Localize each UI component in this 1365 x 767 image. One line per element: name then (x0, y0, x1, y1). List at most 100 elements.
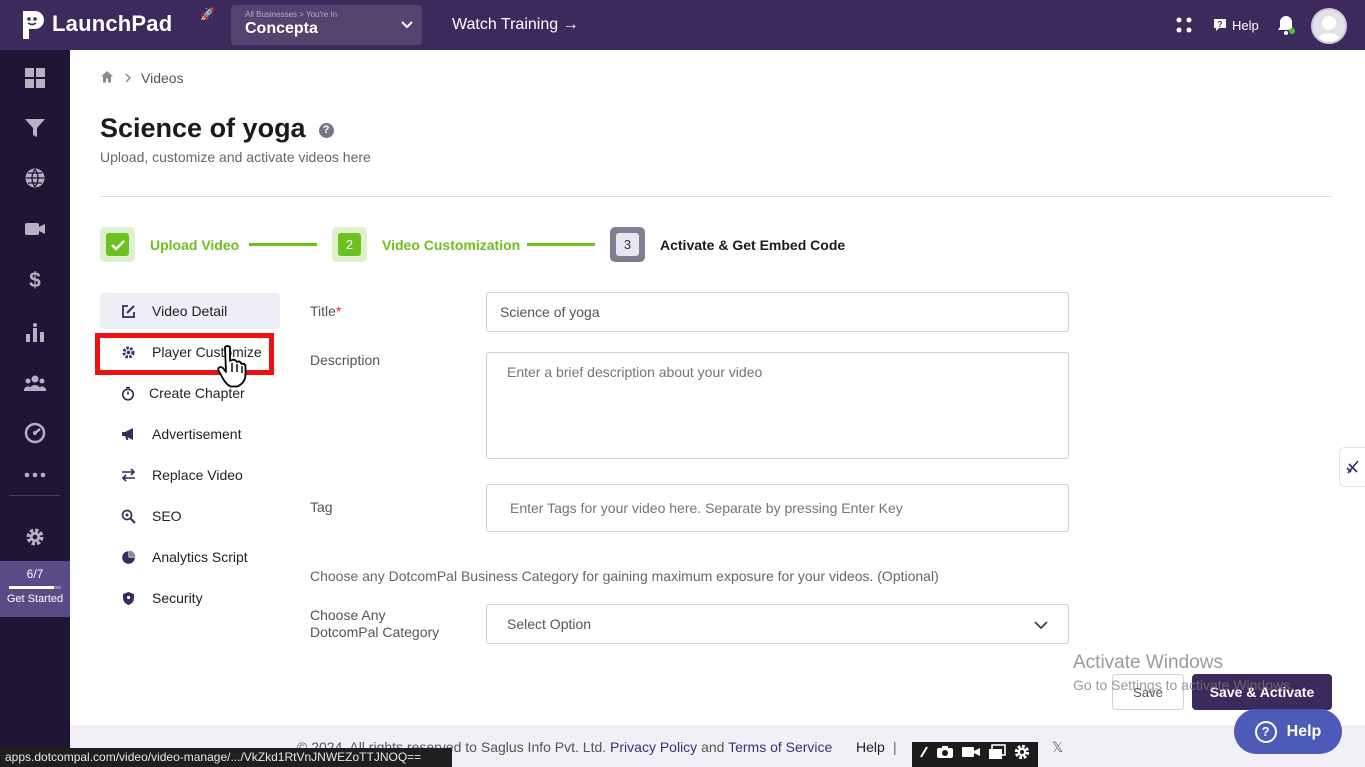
gear-icon[interactable] (1013, 743, 1031, 766)
menu-advertisement[interactable]: Advertisement (100, 416, 280, 452)
category-note: Choose any DotcomPal Business Category f… (310, 568, 939, 584)
question-circle-icon: ? (1254, 720, 1277, 743)
user-avatar[interactable] (1311, 8, 1347, 44)
dashboard-icon[interactable] (24, 67, 46, 89)
menu-label: Video Detail (152, 303, 228, 319)
terms-link[interactable]: Terms of Service (728, 739, 832, 755)
side-panel-tab[interactable] (1339, 447, 1365, 487)
menu-label: SEO (152, 508, 182, 524)
description-label: Description (310, 352, 381, 368)
funnel-icon[interactable] (24, 117, 46, 139)
step-activate-embed[interactable]: 3 (610, 227, 645, 262)
get-started-progress-fill (9, 586, 54, 589)
analytics-icon[interactable] (24, 322, 46, 344)
browser-status-url: apps.dotcompal.com/video/video-manage/..… (0, 748, 452, 767)
step-connector (527, 243, 595, 246)
menu-label: Create Chapter (149, 385, 245, 401)
pie-chart-icon (119, 550, 137, 565)
step-label-video-customization[interactable]: Video Customization (382, 237, 520, 253)
category-label-line1: Choose Any (310, 607, 386, 623)
divider (100, 196, 1332, 197)
bell-icon[interactable] (1277, 14, 1295, 41)
breadcrumb-current[interactable]: Videos (141, 70, 184, 86)
business-select-value: Concepta (245, 20, 318, 37)
get-started-progress (9, 586, 61, 589)
users-icon[interactable] (23, 372, 47, 394)
title-label: Title* (310, 303, 341, 319)
get-started-label: Get Started (6, 593, 64, 605)
apps-grid-icon[interactable] (1175, 16, 1193, 39)
highlight-annotation (95, 333, 274, 375)
x-social-icon[interactable]: 𝕏 (1052, 739, 1063, 756)
title-input[interactable] (486, 292, 1069, 332)
tag-label: Tag (310, 499, 333, 515)
rocket-icon: 🚀 (200, 7, 215, 21)
settings-icon[interactable] (24, 526, 46, 548)
step-label-activate-embed[interactable]: Activate & Get Embed Code (660, 237, 845, 253)
pin-icon (1345, 460, 1359, 474)
swap-icon (119, 468, 137, 482)
chevron-right-icon (125, 70, 132, 86)
screen-recorder-toolbar (912, 742, 1038, 767)
chevron-down-icon (1034, 617, 1048, 633)
seo-search-icon (119, 509, 137, 524)
menu-security[interactable]: Security (100, 580, 280, 616)
top-bar: LaunchPad 🚀 All Businesses > You're In C… (0, 0, 1365, 50)
page-title-text: Science of yoga (100, 113, 306, 143)
pen-icon[interactable] (919, 745, 929, 764)
help-label: Help (1232, 17, 1259, 33)
step-label-upload-video[interactable]: Upload Video (150, 237, 239, 253)
camera-icon[interactable] (936, 745, 954, 764)
step-connector (249, 243, 317, 246)
watermark-line2: Go to Settings to activate Windows. (1073, 677, 1294, 693)
category-label: Choose Any DotcomPal Category (310, 607, 439, 641)
breadcrumb: Videos (100, 70, 184, 86)
watch-training-link[interactable]: Watch Training → (452, 16, 579, 34)
globe-icon[interactable] (24, 167, 46, 189)
page-title: Science of yoga ? (100, 113, 334, 144)
menu-label: Replace Video (152, 467, 243, 483)
footer-help-link[interactable]: Help (856, 739, 885, 755)
help-chat-button[interactable]: ? Help (1234, 709, 1342, 754)
stopwatch-icon (119, 386, 137, 401)
get-started-count: 6/7 (26, 567, 44, 581)
step-video-customization[interactable]: 2 (332, 227, 367, 262)
step-upload-video[interactable] (100, 227, 135, 262)
chevron-down-icon (400, 17, 414, 35)
window-capture-icon[interactable] (988, 744, 1006, 765)
step-number-2: 2 (338, 233, 361, 256)
question-icon[interactable]: ? (318, 123, 334, 138)
home-icon[interactable] (100, 70, 114, 86)
category-select[interactable]: Select Option (486, 604, 1069, 644)
more-icon[interactable] (24, 464, 46, 486)
privacy-policy-link[interactable]: Privacy Policy (610, 739, 697, 755)
video-icon[interactable] (24, 218, 46, 240)
logo-mark-icon (20, 9, 46, 39)
edit-icon (119, 304, 137, 319)
menu-label: Security (152, 590, 203, 606)
menu-label: Advertisement (152, 426, 242, 442)
tag-input[interactable] (486, 484, 1069, 532)
video-camera-icon[interactable] (961, 745, 981, 764)
dollar-icon[interactable]: $ (24, 268, 46, 292)
page-subtitle: Upload, customize and activate videos he… (100, 149, 371, 165)
menu-video-detail[interactable]: Video Detail (100, 293, 280, 329)
gauge-icon[interactable] (24, 422, 46, 444)
check-icon (106, 233, 129, 256)
get-started-widget[interactable]: 6/7 Get Started (0, 561, 70, 617)
business-select[interactable]: All Businesses > You're In Concepta (231, 5, 422, 45)
description-textarea[interactable] (486, 352, 1069, 459)
menu-create-chapter[interactable]: Create Chapter (100, 375, 280, 411)
launchpad-logo[interactable]: LaunchPad 🚀 (20, 7, 215, 39)
help-fab-label: Help (1286, 722, 1322, 740)
menu-seo[interactable]: SEO (100, 498, 280, 534)
menu-replace-video[interactable]: Replace Video (100, 457, 280, 493)
menu-analytics-script[interactable]: Analytics Script (100, 539, 280, 575)
megaphone-icon (119, 427, 137, 441)
help-link[interactable]: ? Help (1212, 17, 1259, 33)
required-marker: * (335, 303, 342, 319)
and-text: and (701, 739, 725, 755)
title-label-text: Title (310, 303, 336, 319)
business-select-caption: All Businesses > You're In (245, 10, 338, 19)
nav-divider (10, 495, 60, 496)
